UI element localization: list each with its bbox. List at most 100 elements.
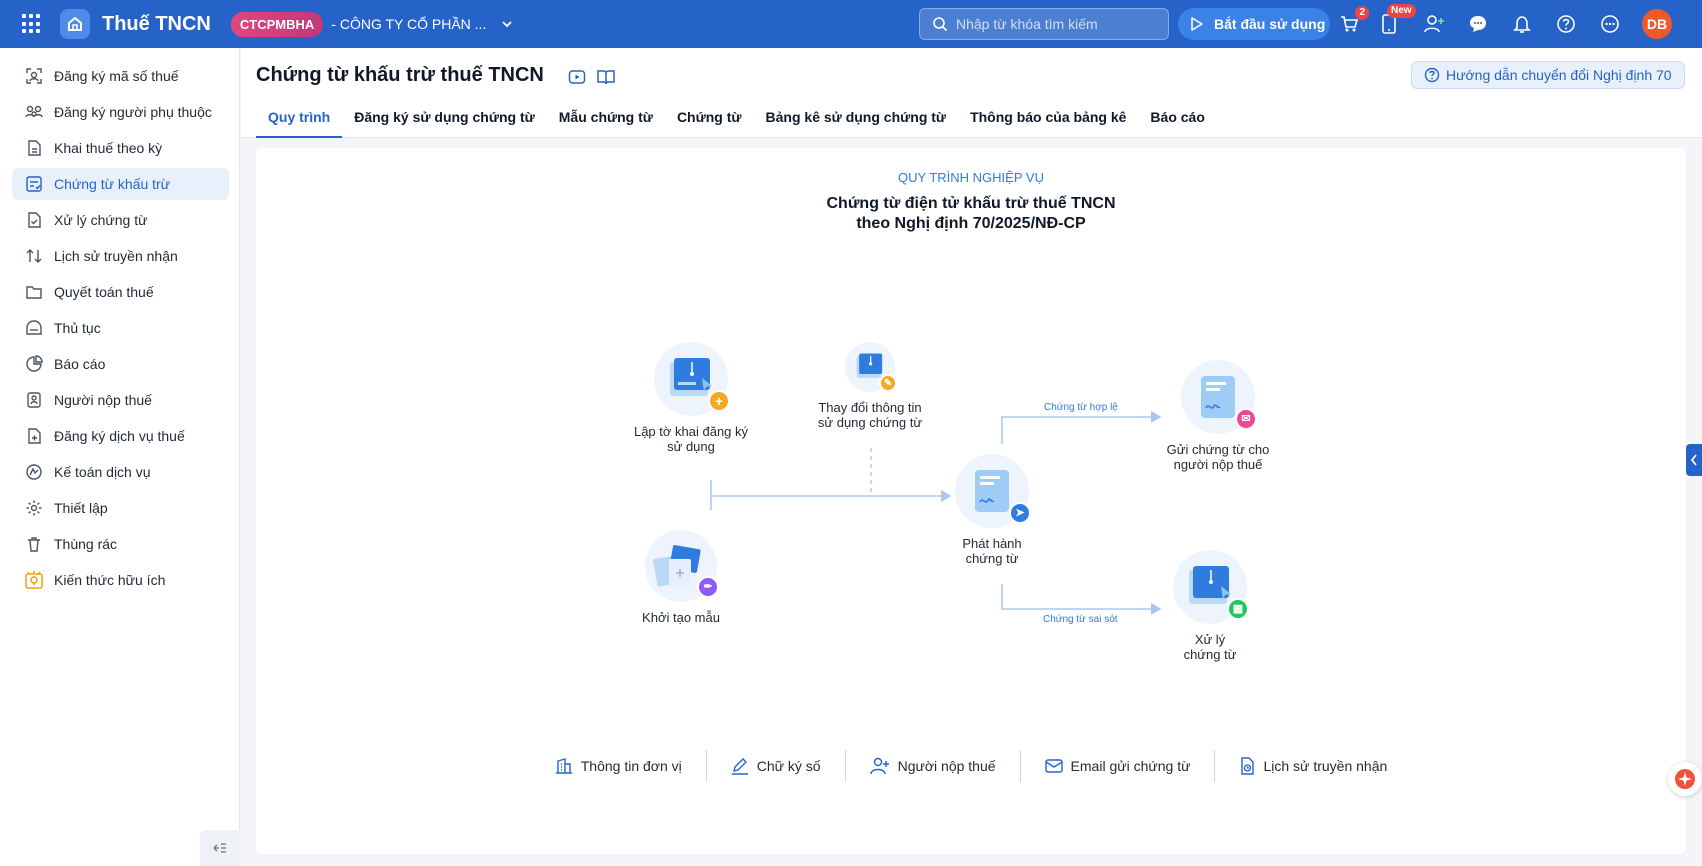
sidebar-item-procedures[interactable]: Thủ tục xyxy=(12,312,229,344)
page-header: Chứng từ khấu trừ thuế TNCN Hướng dẫn ch… xyxy=(241,48,1702,138)
sidebar-item-periodic-declaration[interactable]: Khai thuế theo kỳ xyxy=(12,132,229,164)
sidebar-item-transmission-history[interactable]: Lịch sử truyền nhận xyxy=(12,240,229,272)
chat-icon[interactable] xyxy=(1466,12,1490,36)
process-card: QUY TRÌNH NGHIỆP VỤ Chứng từ điện tử khấ… xyxy=(256,148,1686,854)
chevron-left-icon xyxy=(1690,454,1697,466)
sidebar-item-process-vouchers[interactable]: Xử lý chứng từ xyxy=(12,204,229,236)
ai-assistant-button[interactable] xyxy=(1668,762,1702,796)
node-change-info[interactable]: ✎ Thay đổi thông tin sử dụng chứng từ xyxy=(802,342,938,430)
node-create-template[interactable]: ✒ Khởi tạo mẫu xyxy=(616,530,746,625)
process-label: QUY TRÌNH NGHIỆP VỤ xyxy=(898,170,1044,185)
accounting-icon xyxy=(24,462,44,482)
node-change-caption: Thay đổi thông tin sử dụng chứng từ xyxy=(802,400,938,430)
cart-icon[interactable]: 2 xyxy=(1337,6,1369,36)
node-send-voucher[interactable]: ✉ Gửi chứng từ cho người nộp thuế xyxy=(1143,360,1293,472)
start-using-button[interactable]: Bắt đầu sử dụng xyxy=(1178,8,1330,40)
tab-usage-statement[interactable]: Bảng kê sử dụng chứng từ xyxy=(754,106,959,138)
node-issue-voucher[interactable]: ➤ Phát hành chứng từ xyxy=(922,454,1062,566)
sidebar-item-trash[interactable]: Thùng rác xyxy=(12,528,229,560)
link-digital-signature[interactable]: Chữ ký số xyxy=(707,750,846,782)
tab-register-usage[interactable]: Đăng ký sử dụng chứng từ xyxy=(342,106,547,138)
process-title-line-1: Chứng từ điện tử khấu trừ thuế TNCN xyxy=(826,195,1116,212)
link-unit-info[interactable]: Thông tin đơn vị xyxy=(531,750,707,782)
folder-icon xyxy=(24,282,44,302)
sidebar-item-tax-settlement[interactable]: Quyết toán thuế xyxy=(12,276,229,308)
plus-icon: + xyxy=(708,390,730,412)
sidebar-item-register-tax-service[interactable]: Đăng ký dịch vụ thuế xyxy=(12,420,229,452)
sidebar-item-label: Lịch sử truyền nhận xyxy=(54,248,178,264)
link-label: Chữ ký số xyxy=(756,758,821,774)
history-icon xyxy=(1241,757,1255,775)
node-register-caption: Lập tờ khai đăng ký sử dụng xyxy=(616,424,766,454)
sidebar-item-taxpayers[interactable]: Người nộp thuế xyxy=(12,384,229,416)
add-user-icon[interactable] xyxy=(1422,12,1446,36)
book-icon[interactable] xyxy=(596,68,616,86)
sidebar-item-label: Thùng rác xyxy=(54,536,118,552)
email-icon xyxy=(1044,759,1063,773)
pie-chart-icon xyxy=(24,354,44,374)
signature-icon xyxy=(731,758,748,775)
help-circle-icon xyxy=(1424,67,1440,83)
sidebar-item-register-tax-code[interactable]: Đăng ký mã số thuế xyxy=(12,60,229,92)
company-name[interactable]: - CÔNG TY CỔ PHẦN ... xyxy=(331,16,486,32)
voucher-icon xyxy=(24,174,44,194)
flow-label-error: Chứng từ sai sót xyxy=(1043,614,1118,625)
more-icon[interactable] xyxy=(1598,12,1622,36)
search-box[interactable] xyxy=(919,8,1169,40)
sidebar-item-reports[interactable]: Báo cáo xyxy=(12,348,229,380)
top-bar: Thuế TNCN CTCPMBHA - CÔNG TY CỔ PHẦN ... xyxy=(0,0,1702,48)
tab-bar: Quy trình Đăng ký sử dụng chứng từ Mẫu c… xyxy=(256,106,1217,138)
new-badge: New xyxy=(1387,4,1416,18)
process-title: Chứng từ điện tử khấu trừ thuế TNCN theo… xyxy=(256,194,1686,234)
procedure-icon xyxy=(24,318,44,338)
conversion-guide-button[interactable]: Hướng dẫn chuyển đổi Nghị định 70 xyxy=(1411,61,1685,89)
help-icon[interactable] xyxy=(1554,12,1578,36)
gear-icon xyxy=(24,498,44,518)
sidebar-item-settings[interactable]: Thiết lập xyxy=(12,492,229,524)
node-send-caption: Gửi chứng từ cho người nộp thuế xyxy=(1143,442,1293,472)
mobile-app-icon[interactable]: New xyxy=(1377,4,1416,36)
link-transmission-history[interactable]: Lịch sử truyền nhận xyxy=(1215,750,1411,782)
node-handle-voucher[interactable]: ▦ Xử lý chứng từ xyxy=(1145,550,1275,662)
chevron-down-icon[interactable] xyxy=(502,19,512,29)
play-icon xyxy=(1191,17,1203,31)
node-caption-line: chứng từ xyxy=(965,551,1019,566)
tab-statement-notices[interactable]: Thông báo của bảng kê xyxy=(958,106,1138,138)
document-fix-icon: ▦ xyxy=(1227,598,1249,620)
collapse-sidebar-button[interactable] xyxy=(200,830,240,866)
node-caption-line: Phát hành xyxy=(962,536,1022,551)
apps-grid-icon[interactable] xyxy=(22,14,42,34)
add-person-icon xyxy=(869,757,889,775)
node-caption-line: Xử lý xyxy=(1194,632,1226,647)
bottom-links: Thông tin đơn vị Chữ ký số Người nộp thu… xyxy=(256,746,1686,786)
sidebar-item-register-dependents[interactable]: Đăng ký người phụ thuộc xyxy=(12,96,229,128)
link-email-vouchers[interactable]: Email gửi chứng từ xyxy=(1021,750,1216,782)
issue-voucher-icon: ➤ xyxy=(955,454,1031,528)
sidebar-item-label: Thiết lập xyxy=(54,500,108,516)
file-check-icon xyxy=(24,210,44,230)
sidebar-item-useful-knowledge[interactable]: Kiến thức hữu ích xyxy=(12,564,229,596)
sidebar-item-label: Khai thuế theo kỳ xyxy=(54,140,163,156)
sidebar-item-label: Người nộp thuế xyxy=(54,392,152,408)
tab-voucher-templates[interactable]: Mẫu chứng từ xyxy=(547,106,665,138)
company-code-badge[interactable]: CTCPMBHA xyxy=(230,11,324,37)
node-caption-line: người nộp thuế xyxy=(1173,457,1263,472)
tab-process[interactable]: Quy trình xyxy=(256,106,343,138)
node-register-declaration[interactable]: + Lập tờ khai đăng ký sử dụng xyxy=(616,342,766,454)
search-input[interactable] xyxy=(956,16,1156,32)
sidebar-item-label: Chứng từ khấu trừ xyxy=(54,176,171,192)
sidebar-item-label: Xử lý chứng từ xyxy=(54,212,148,228)
send-voucher-icon: ✉ xyxy=(1181,360,1257,434)
tab-vouchers[interactable]: Chứng từ xyxy=(665,106,754,138)
bell-icon[interactable] xyxy=(1510,12,1534,36)
link-label: Người nộp thuế xyxy=(897,758,996,774)
guide-button-label: Hướng dẫn chuyển đổi Nghị định 70 xyxy=(1446,67,1672,83)
document-icon xyxy=(24,138,44,158)
link-taxpayers[interactable]: Người nộp thuế xyxy=(846,750,1021,782)
video-icon[interactable] xyxy=(568,68,586,86)
sidebar-item-service-accounting[interactable]: Kế toán dịch vụ xyxy=(12,456,229,488)
sidebar-item-withholding-vouchers[interactable]: Chứng từ khấu trừ xyxy=(12,168,229,200)
tab-reports[interactable]: Báo cáo xyxy=(1138,106,1216,138)
right-panel-toggle[interactable] xyxy=(1686,444,1702,476)
user-avatar[interactable]: DB xyxy=(1642,9,1672,39)
